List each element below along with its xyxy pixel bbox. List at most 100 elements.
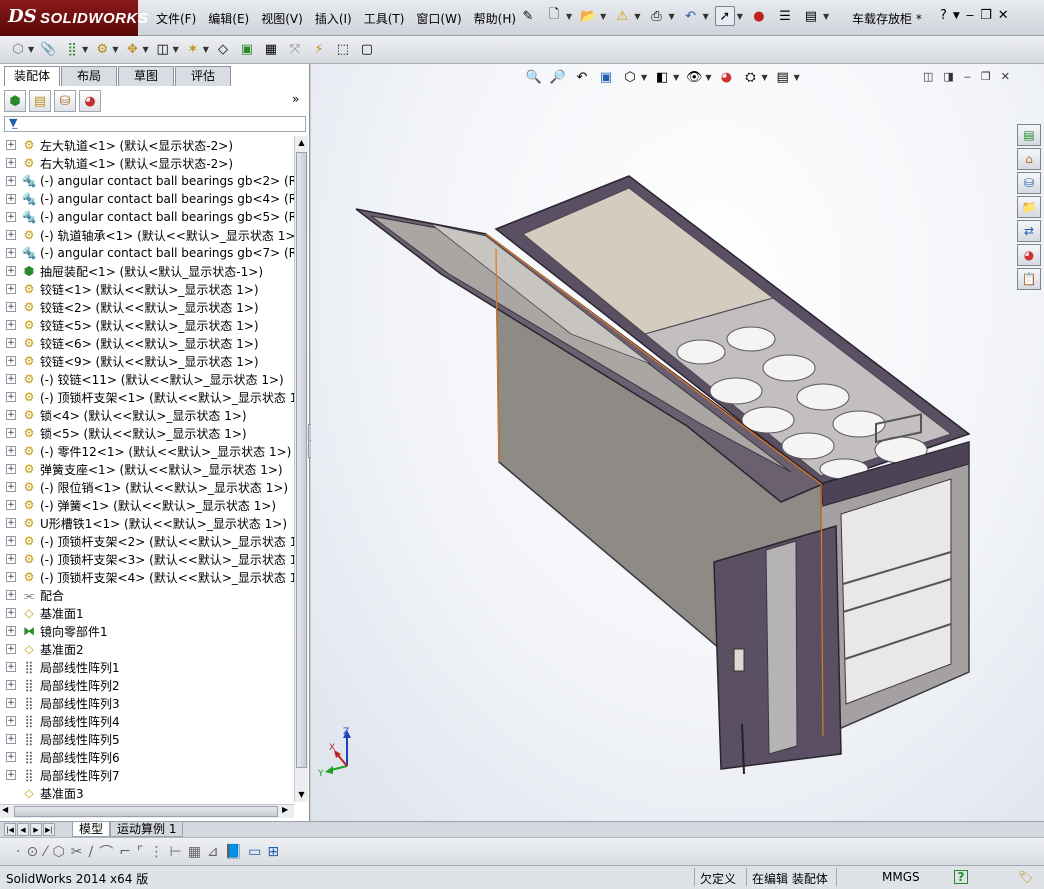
chevron-down-icon[interactable]: ▼ <box>600 12 606 21</box>
expand-toggle-icon[interactable]: + <box>6 446 16 456</box>
tree-item[interactable]: + ⚙ (-) 顶锁杆支架<4> (默认<<默认>_显示状态 1>) <box>4 568 294 586</box>
scroll-thumb-horizontal[interactable] <box>14 806 278 817</box>
tree-item[interactable]: + ⧓ 镜向零部件1 <box>4 622 294 640</box>
print-icon[interactable]: ⎙ <box>646 6 666 26</box>
tree-item[interactable]: + ⚙ 锁<4> (默认<<默认>_显示状态 1>) <box>4 406 294 424</box>
menu-insert[interactable]: 插入(I) <box>309 10 358 27</box>
expand-toggle-icon[interactable]: + <box>6 572 16 582</box>
tab-evaluate[interactable]: 评估 <box>175 66 231 86</box>
solidworks-resources-icon[interactable]: ▤ <box>1017 124 1041 146</box>
tree-item[interactable]: + ⣿ 局部线性阵列3 <box>4 694 294 712</box>
tree-item[interactable]: + ◇ 基准面1 <box>4 604 294 622</box>
assembly-features-icon[interactable]: ✶ <box>183 40 203 60</box>
tree-item[interactable]: + 🔩 (-) angular contact ball bearings gb<2… <box>4 172 294 190</box>
expand-toggle-icon[interactable]: + <box>6 770 16 780</box>
expand-toggle-icon[interactable]: + <box>6 734 16 744</box>
expand-toggle-icon[interactable]: + <box>6 626 16 636</box>
chevron-down-icon[interactable]: ▼ <box>953 11 960 23</box>
tree-item[interactable]: + ⚙ 右大轨道<1> (默认<显示状态-2>) <box>4 154 294 172</box>
expand-toggle-icon[interactable]: + <box>6 158 16 168</box>
chevron-down-icon[interactable]: ▼ <box>112 45 118 54</box>
expand-toggle-icon[interactable]: + <box>6 392 16 402</box>
tree-vertical-scrollbar[interactable]: ▲ ▼ <box>294 136 308 802</box>
tab-layout[interactable]: 布局 <box>61 66 117 86</box>
tree-item[interactable]: + ⚙ 弹簧支座<1> (默认<<默认>_显示状态 1>) <box>4 460 294 478</box>
chevron-down-icon[interactable]: ▼ <box>737 12 743 21</box>
tree-item[interactable]: +◇基准面3 <box>4 784 294 802</box>
expand-toggle-icon[interactable]: + <box>6 194 16 204</box>
expand-toggle-icon[interactable]: + <box>6 482 16 492</box>
expand-toggle-icon[interactable]: + <box>6 608 16 618</box>
expand-toggle-icon[interactable]: + <box>6 374 16 384</box>
expand-toggle-icon[interactable]: + <box>6 338 16 348</box>
tree-item[interactable]: + ⣿ 局部线性阵列4 <box>4 712 294 730</box>
solidworks-logo[interactable]: DS SOLIDWORKS <box>0 0 148 36</box>
fillet-icon[interactable]: ⌒ <box>99 842 113 862</box>
expand-toggle-icon[interactable]: + <box>6 266 16 276</box>
scroll-thumb[interactable] <box>296 152 307 768</box>
expand-toggle-icon[interactable]: + <box>6 554 16 564</box>
graphics-area[interactable]: 🔍 🔎 ↶ ▣ ⬡ ▼ ◧ ▼ 👁 ▼ ◕ ⛭ ▼ ▤ ▼ ◫ ◨ ‒ ❐ ✕ ▤ ⌂ ⛁… <box>311 64 1044 821</box>
chevron-down-icon[interactable]: ▼ <box>673 73 679 82</box>
tree-item[interactable]: + ⚙ (-) 顶锁杆支架<2> (默认<<默认>_显示状态 1>) <box>4 532 294 550</box>
tree-item[interactable]: + ⚙ (-) 轨道轴承<1> (默认<<默认>_显示状态 1>) <box>4 226 294 244</box>
dimension-icon[interactable]: ⊢ <box>170 844 182 860</box>
tree-item[interactable]: + ⚙ U形槽铁1<1> (默认<<默认>_显示状态 1>) <box>4 514 294 532</box>
design-library-icon[interactable]: ⛁ <box>1017 172 1041 194</box>
view-palette-icon[interactable]: ⇄ <box>1017 220 1041 242</box>
tree-item[interactable]: + ⚙ (-) 弹簧<1> (默认<<默认>_显示状态 1>) <box>4 496 294 514</box>
tree-horizontal-scrollbar[interactable]: ◀ ▶ <box>0 804 294 818</box>
expand-toggle-icon[interactable]: + <box>6 230 16 240</box>
help-icon[interactable]: ? <box>954 870 968 884</box>
expand-toggle-icon[interactable]: + <box>6 428 16 438</box>
chevron-down-icon[interactable]: ▼ <box>703 12 709 21</box>
expand-toggle-icon[interactable]: + <box>6 518 16 528</box>
help-icon[interactable]: ? <box>940 8 947 23</box>
expand-toggle-icon[interactable]: + <box>6 680 16 690</box>
tree-item[interactable]: + ⚙ 铰链<1> (默认<<默认>_显示状态 1>) <box>4 280 294 298</box>
show-hidden-icon[interactable]: ◫ <box>153 40 173 60</box>
display-manager-icon[interactable]: ◕ <box>79 90 101 112</box>
tab-motion-study[interactable]: 运动算例 1 <box>110 822 184 837</box>
chevron-down-icon[interactable]: ▼ <box>641 73 647 82</box>
tree-item[interactable]: + 🔩 (-) angular contact ball bearings gb<7… <box>4 244 294 262</box>
minimize-icon[interactable]: ‒ <box>964 70 971 83</box>
expand-toggle-icon[interactable]: + <box>6 752 16 762</box>
next-tab-icon[interactable]: ▶ <box>30 823 42 836</box>
undo-icon[interactable]: ↶ <box>681 6 701 26</box>
tree-item[interactable]: + ⚙ (-) 零件12<1> (默认<<默认>_显示状态 1>) <box>4 442 294 460</box>
expand-toggle-icon[interactable]: + <box>6 248 16 258</box>
feature-manager-icon[interactable]: ⬢ <box>4 90 26 112</box>
trim-icon[interactable]: ✂ <box>71 844 83 860</box>
scroll-up-icon[interactable]: ▲ <box>295 136 308 150</box>
tab-assembly[interactable]: 装配体 <box>4 66 60 86</box>
chevron-down-icon[interactable]: ▼ <box>28 45 34 54</box>
chevron-down-icon[interactable]: ▼ <box>82 45 88 54</box>
tree-item[interactable]: + ⚙ 铰链<6> (默认<<默认>_显示状态 1>) <box>4 334 294 352</box>
tree-item[interactable]: + ⚙ 左大轨道<1> (默认<显示状态-2>) <box>4 136 294 154</box>
expand-toggle-icon[interactable]: + <box>6 140 16 150</box>
file-properties-icon[interactable]: ☰ <box>775 6 795 26</box>
tree-item[interactable]: + ⚙ (-) 顶锁杆支架<1> (默认<<默认>_显示状态 1>) <box>4 388 294 406</box>
construction-geometry-icon[interactable]: ⋮ <box>150 844 164 860</box>
expand-toggle-icon[interactable]: + <box>6 464 16 474</box>
point-icon[interactable]: · <box>16 844 20 860</box>
chamfer-icon[interactable]: ⌐ <box>119 844 131 860</box>
restore-icon[interactable]: ❐ <box>981 70 991 83</box>
tree-item[interactable]: + ⣿ 局部线性阵列7 <box>4 766 294 784</box>
window-tile-icon[interactable]: ▭ <box>248 844 261 860</box>
filter-icon[interactable]: ▼̲ <box>9 116 17 129</box>
tab-model[interactable]: 模型 <box>72 822 111 837</box>
prev-tab-icon[interactable]: ◀ <box>17 823 29 836</box>
chevron-down-icon[interactable]: ▼ <box>634 12 640 21</box>
tab-sketch[interactable]: 草图 <box>118 66 174 86</box>
expand-toggle-icon[interactable]: + <box>6 500 16 510</box>
expand-toggle-icon[interactable]: + <box>6 410 16 420</box>
tree-item[interactable]: + ⚙ 铰链<2> (默认<<默认>_显示状态 1>) <box>4 298 294 316</box>
pin-icon[interactable]: ✎ <box>518 6 538 26</box>
open-folder-icon[interactable]: 📂 <box>578 6 598 26</box>
tree-item[interactable]: + ⚙ (-) 顶锁杆支架<3> (默认<<默认>_显示状态 1>) <box>4 550 294 568</box>
split-left-icon[interactable]: ◫ <box>923 70 933 83</box>
chevron-down-icon[interactable]: ▼ <box>668 12 674 21</box>
close-icon[interactable]: ✕ <box>998 8 1009 23</box>
